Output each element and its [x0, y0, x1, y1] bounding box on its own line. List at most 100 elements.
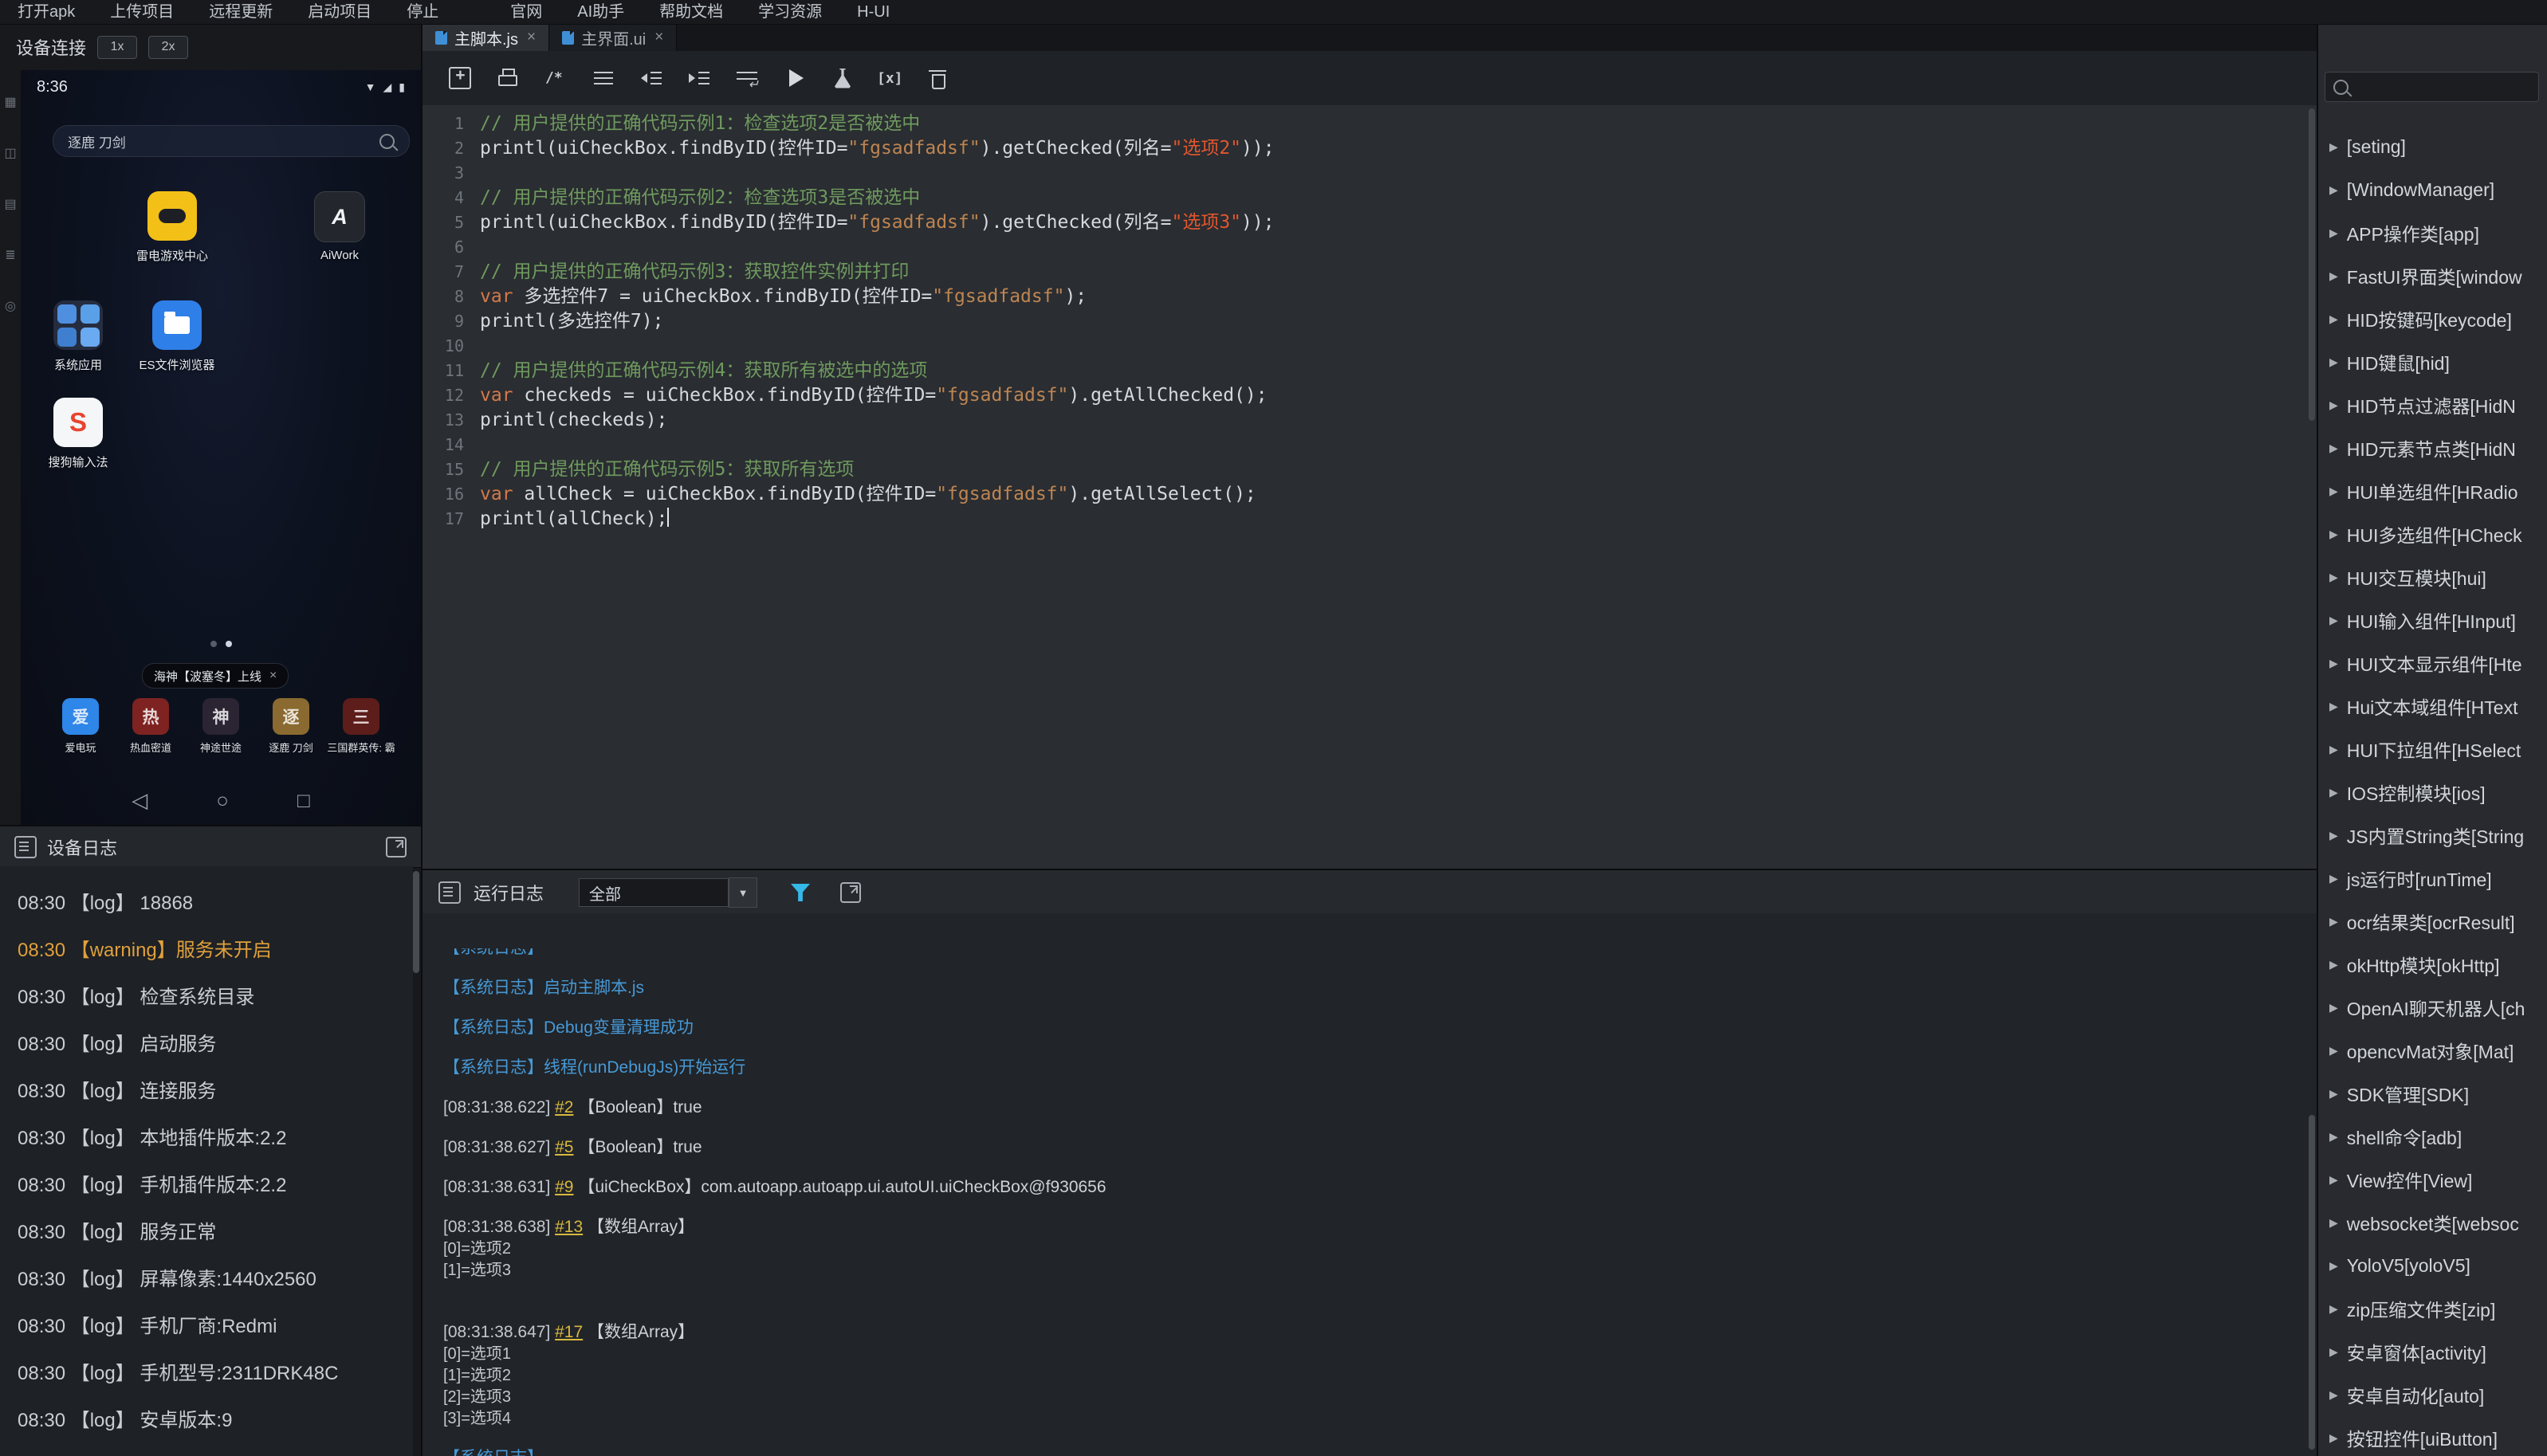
log-id-link[interactable]: #17 [555, 1323, 583, 1341]
phone-navbar: ◁ ○ □ [21, 776, 421, 824]
menu-item[interactable]: 上传项目 [92, 0, 191, 24]
api-tree-item[interactable]: ▶HID键鼠[hid] [2318, 340, 2547, 383]
api-tree-item[interactable]: ▶APP操作类[app] [2318, 211, 2547, 254]
phone-app-game-center[interactable]: 雷电游戏中心 [123, 191, 222, 264]
log-id-link[interactable]: #13 [555, 1218, 583, 1236]
device-log-scrollbar[interactable] [413, 871, 419, 973]
panel-icon[interactable]: ◫ [4, 145, 16, 161]
phone-app-aiwork[interactable]: AAiWork [290, 191, 389, 262]
phone-app-esfile[interactable]: ES文件浏览器 [128, 300, 226, 373]
api-tree-item[interactable]: ▶js运行时[runTime] [2318, 857, 2547, 900]
menu-item[interactable]: 官网 [493, 0, 560, 24]
toolbar-indent-increase-button[interactable] [682, 61, 716, 95]
api-tree-item[interactable]: ▶HUI多选组件[HCheck [2318, 512, 2547, 555]
api-tree-item[interactable]: ▶ocr结果类[ocrResult] [2318, 900, 2547, 943]
run-log-scrollbar[interactable] [2309, 1115, 2315, 1450]
log-id-link[interactable]: #5 [555, 1138, 573, 1156]
close-icon[interactable]: × [527, 29, 536, 46]
run-log-entry: 【系统日志】启动主脚本.js [443, 977, 2307, 999]
phone-mirror-screen[interactable]: 8:36 ▼◢▮ 逐鹿 刀剑 雷电游戏中心AAiWork系统应用ES文件浏览器S… [21, 70, 421, 825]
home-button[interactable]: ○ [216, 788, 229, 813]
api-tree-item[interactable]: ▶IOS控制模块[ios] [2318, 771, 2547, 814]
dock-app[interactable]: 三三国群英传: 霸 [328, 698, 394, 755]
device-log-expand-icon[interactable] [386, 837, 407, 858]
code-line: 1// 用户提供的正确代码示例1：检查选项2是否被选中 [423, 112, 2317, 136]
toolbar-new-file-button[interactable] [443, 61, 477, 95]
api-tree-item[interactable]: ▶HUI交互模块[hui] [2318, 555, 2547, 598]
api-search-input[interactable] [2356, 78, 2530, 96]
api-tree-item[interactable]: ▶View控件[View] [2318, 1158, 2547, 1201]
api-tree-item[interactable]: ▶Hui文本域组件[HText [2318, 685, 2547, 728]
menu-item[interactable]: H-UI [839, 0, 907, 24]
toolbar-format-button[interactable] [587, 61, 620, 95]
dock-app[interactable]: 爱爱电玩 [48, 698, 113, 755]
toolbar-soft-wrap-button[interactable] [730, 61, 764, 95]
menu-item[interactable]: 远程更新 [191, 0, 290, 24]
editor-scrollbar[interactable] [2309, 108, 2315, 421]
api-tree-item[interactable]: ▶FastUI界面类[window [2318, 254, 2547, 297]
phone-search-bar[interactable]: 逐鹿 刀剑 [53, 125, 410, 157]
record-icon[interactable]: ◎ [5, 298, 16, 314]
api-tree-item[interactable]: ▶shell命令[adb] [2318, 1115, 2547, 1158]
menu-item[interactable]: 帮助文档 [642, 0, 741, 24]
api-tree-item[interactable]: ▶SDK管理[SDK] [2318, 1072, 2547, 1115]
dock-app[interactable]: 神神途世途 [188, 698, 254, 755]
api-tree-item[interactable]: ▶[seting] [2318, 125, 2547, 168]
api-search-box[interactable] [2325, 72, 2539, 102]
toolbar-comment-button[interactable] [539, 61, 572, 95]
grid-icon[interactable]: ▦ [4, 94, 16, 110]
run-log-expand-icon[interactable] [840, 882, 861, 903]
phone-app-system[interactable]: 系统应用 [29, 300, 128, 373]
dock-app[interactable]: 热热血密道 [118, 698, 183, 755]
menu-item[interactable]: 打开apk [0, 0, 92, 24]
menu-icon[interactable]: ≣ [5, 247, 15, 263]
back-button[interactable]: ◁ [132, 788, 147, 813]
api-tree-item[interactable]: ▶HUI文本显示组件[Hte [2318, 642, 2547, 685]
api-tree-item[interactable]: ▶安卓窗体[activity] [2318, 1330, 2547, 1373]
phone-app-sogou[interactable]: S搜狗输入法 [29, 398, 128, 470]
scale-2x-button[interactable]: 2x [148, 36, 188, 59]
api-tree-item[interactable]: ▶YoloV5[yoloV5] [2318, 1244, 2547, 1287]
toolbar-test-button[interactable] [826, 61, 859, 95]
rows-icon[interactable]: ▤ [4, 196, 16, 212]
toolbar-clear-button[interactable] [874, 61, 907, 95]
menu-item[interactable]: AI助手 [560, 0, 642, 24]
log-id-link[interactable]: #2 [555, 1098, 573, 1117]
api-tree-item[interactable]: ▶OpenAI聊天机器人[ch [2318, 986, 2547, 1029]
api-tree-item[interactable]: ▶HID按键码[keycode] [2318, 297, 2547, 340]
api-tree-item[interactable]: ▶okHttp模块[okHttp] [2318, 943, 2547, 986]
toolbar-indent-decrease-button[interactable] [635, 61, 668, 95]
api-tree-item[interactable]: ▶zip压缩文件类[zip] [2318, 1287, 2547, 1330]
api-tree-item[interactable]: ▶按钮控件[uiButton] [2318, 1416, 2547, 1456]
api-tree-item[interactable]: ▶[WindowManager] [2318, 168, 2547, 211]
menu-item[interactable]: 启动项目 [290, 0, 389, 24]
phone-toast[interactable]: 海神【波塞冬】上线 × [142, 663, 289, 689]
recents-button[interactable]: □ [297, 788, 310, 813]
api-tree-item[interactable]: ▶HUI下拉组件[HSelect [2318, 728, 2547, 771]
editor-tab[interactable]: 主脚本.js× [423, 24, 549, 51]
api-tree-item[interactable]: ▶HUI输入组件[HInput] [2318, 598, 2547, 642]
api-tree-item[interactable]: ▶opencvMat对象[Mat] [2318, 1029, 2547, 1072]
log-id-link[interactable]: #9 [555, 1178, 573, 1196]
menu-item[interactable]: 学习资源 [741, 0, 839, 24]
toolbar-print-button[interactable] [491, 61, 525, 95]
api-tree-item[interactable]: ▶安卓自动化[auto] [2318, 1373, 2547, 1416]
code-editor[interactable]: 1// 用户提供的正确代码示例1：检查选项2是否被选中2printl(uiChe… [423, 105, 2317, 869]
api-tree-item[interactable]: ▶websocket类[websoc [2318, 1201, 2547, 1244]
editor-tab[interactable]: 主界面.ui× [549, 24, 677, 51]
run-log-entry: [08:31:38.631] #9 【uiCheckBox】com.autoap… [443, 1176, 2307, 1199]
dock-app[interactable]: 逐逐鹿 刀剑 [258, 698, 324, 755]
toolbar-run-button[interactable] [778, 61, 812, 95]
toolbar-delete-button[interactable] [922, 61, 955, 95]
log-filter-dropdown-button[interactable]: ▼ [729, 877, 757, 908]
api-tree-item[interactable]: ▶HID元素节点类[HidN [2318, 426, 2547, 469]
api-tree-item[interactable]: ▶HUI单选组件[HRadio [2318, 469, 2547, 512]
menu-item[interactable]: 停止 [389, 0, 456, 24]
scale-1x-button[interactable]: 1x [97, 36, 137, 59]
api-tree-item[interactable]: ▶JS内置String类[String [2318, 814, 2547, 857]
filter-funnel-icon[interactable] [791, 884, 810, 901]
api-tree-item[interactable]: ▶HID节点过滤器[HidN [2318, 383, 2547, 426]
toast-close-icon[interactable]: × [269, 669, 277, 683]
log-filter-select[interactable]: 全部 [579, 878, 729, 907]
close-icon[interactable]: × [654, 29, 663, 46]
